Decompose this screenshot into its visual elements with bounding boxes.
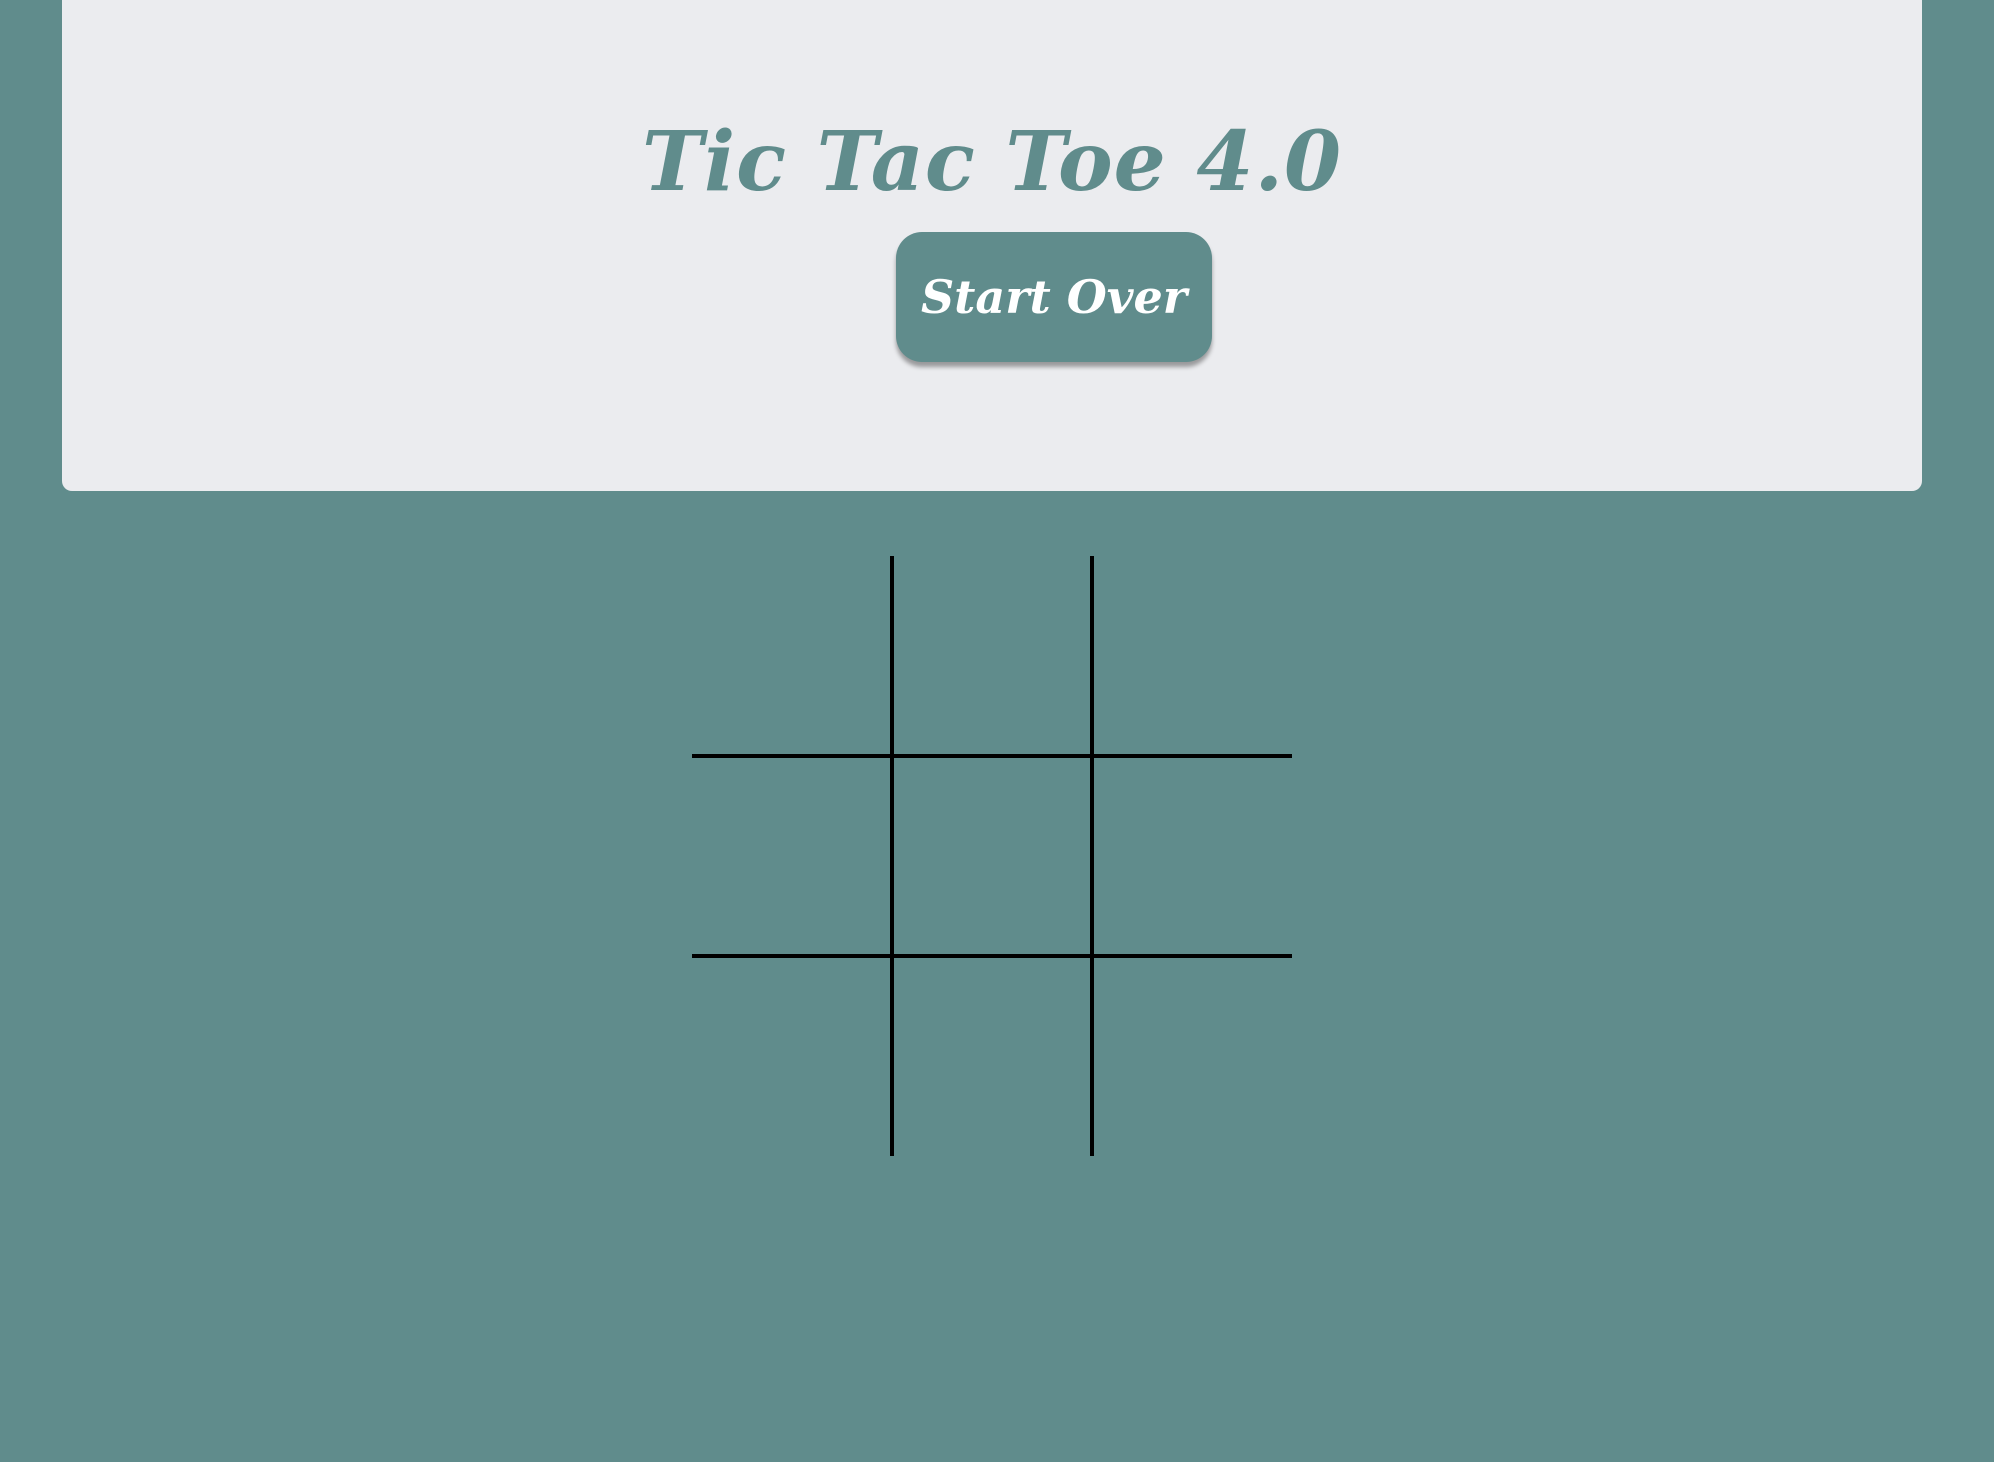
board-cell-1[interactable] xyxy=(894,556,1090,752)
board-cell-0[interactable] xyxy=(692,556,888,752)
game-board xyxy=(692,556,1292,1156)
board-cell-8[interactable] xyxy=(1094,958,1290,1154)
header-card: Tic Tac Toe 4.0 Start Over xyxy=(62,0,1922,491)
board-cell-3[interactable] xyxy=(692,758,888,954)
page-title: Tic Tac Toe 4.0 xyxy=(641,114,1343,210)
page: Tic Tac Toe 4.0 Start Over xyxy=(0,0,1994,1462)
board-cell-4[interactable] xyxy=(894,758,1090,954)
start-over-button[interactable]: Start Over xyxy=(896,232,1212,362)
board-cell-6[interactable] xyxy=(692,958,888,1154)
board-cell-7[interactable] xyxy=(894,958,1090,1154)
board-cell-5[interactable] xyxy=(1094,758,1290,954)
board-cell-2[interactable] xyxy=(1094,556,1290,752)
